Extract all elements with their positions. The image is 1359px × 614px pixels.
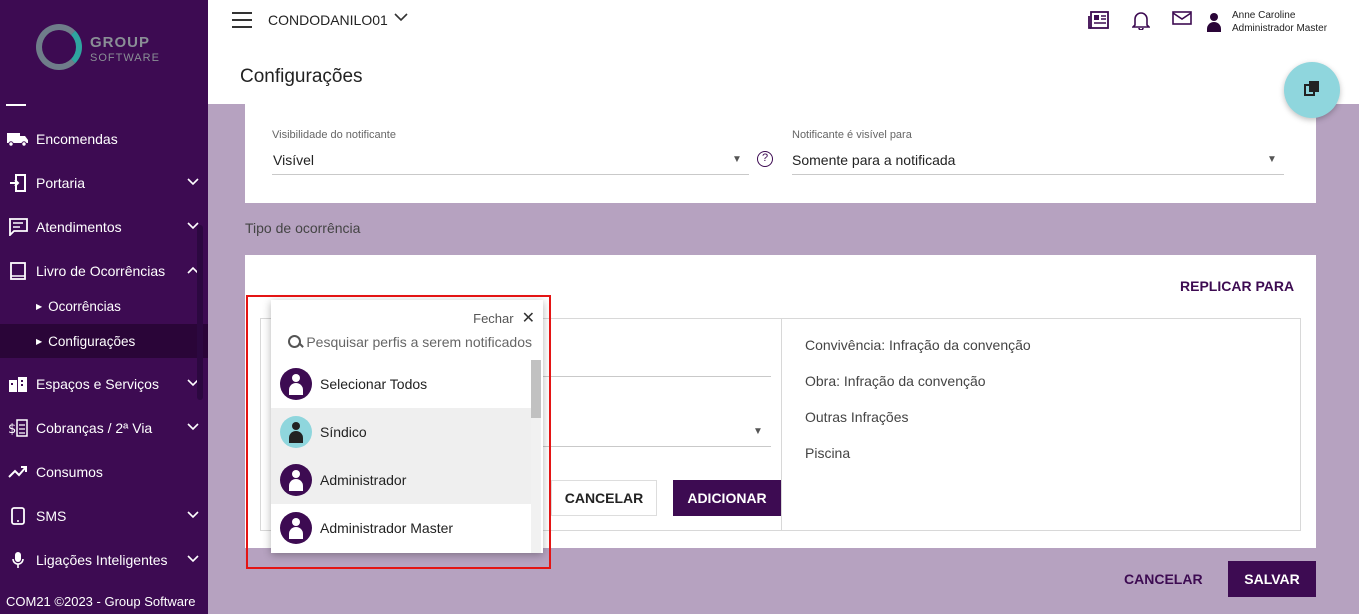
- list-item[interactable]: Piscina: [805, 445, 1031, 481]
- caret-down-icon[interactable]: ▼: [753, 426, 763, 437]
- sidebar-item-label: Encomendas: [36, 131, 118, 147]
- visible-for-select[interactable]: Somente para a notificada: [792, 152, 955, 168]
- user-menu[interactable]: Anne Caroline Administrador Master: [1206, 9, 1327, 35]
- sidebar-item-label: Cobranças / 2ª Via: [36, 420, 153, 436]
- sidebar-item-ligacoes-inteligentes[interactable]: Ligações Inteligentes: [0, 543, 208, 577]
- notifier-visibility-card: Visibilidade do notificante Visível ▼ ? …: [245, 104, 1316, 203]
- sidebar-item-cobrancas[interactable]: $ Cobranças / 2ª Via: [0, 411, 208, 445]
- replicate-button[interactable]: REPLICAR PARA: [1180, 278, 1294, 294]
- trend-icon: [6, 463, 30, 481]
- chat-icon: [6, 218, 30, 236]
- user-role: Administrador Master: [1232, 23, 1328, 34]
- sidebar-item-consumos[interactable]: Consumos: [0, 455, 208, 489]
- logo-subtext: SOFTWARE: [90, 52, 160, 64]
- sidebar-subitem-label: Configurações: [48, 333, 136, 349]
- sidebar-item-livro-de-ocorrencias[interactable]: Livro de Ocorrências: [0, 254, 208, 288]
- divider: [781, 319, 782, 530]
- door-icon: [6, 174, 30, 192]
- save-button[interactable]: SALVAR: [1228, 561, 1316, 597]
- book-icon: [6, 262, 30, 280]
- sidebar-item-label: Atendimentos: [36, 219, 122, 235]
- chevron-down-icon[interactable]: [178, 177, 208, 189]
- svg-text:$: $: [8, 422, 16, 437]
- help-icon[interactable]: ?: [757, 151, 773, 167]
- sidebar-item-label: Portaria: [36, 175, 86, 191]
- divider: [6, 104, 26, 106]
- condo-selector[interactable]: CONDODANILO01: [268, 12, 388, 28]
- field-underline: [541, 376, 771, 377]
- logo-text: GROUP: [90, 34, 151, 51]
- chevron-down-icon[interactable]: [178, 422, 208, 434]
- sidebar-subitem-ocorrencias[interactable]: ▶ Ocorrências: [0, 289, 208, 323]
- newspaper-icon[interactable]: [1088, 10, 1110, 35]
- list-item[interactable]: Obra: Infração da convenção: [805, 373, 1031, 409]
- sidebar-item-label: Ligações Inteligentes: [36, 552, 168, 568]
- sidebar-item-atendimentos[interactable]: Atendimentos: [0, 210, 208, 244]
- visible-for-underline: [792, 174, 1284, 175]
- chevron-down-icon[interactable]: [178, 221, 208, 233]
- chevron-down-icon[interactable]: [178, 378, 208, 390]
- caret-right-icon: ▶: [36, 336, 43, 346]
- group-software-logo: GROUP SOFTWARE: [36, 24, 176, 74]
- bell-icon[interactable]: [1131, 10, 1151, 35]
- add-button[interactable]: ADICIONAR: [673, 480, 781, 516]
- field-underline: [541, 446, 771, 447]
- microphone-icon: [6, 551, 30, 569]
- copy-icon: [1303, 79, 1321, 102]
- truck-icon: [6, 130, 30, 148]
- sidebar-item-sms[interactable]: SMS: [0, 499, 208, 533]
- visibility-underline: [272, 174, 749, 175]
- menu-icon[interactable]: [232, 12, 252, 28]
- page-header: Configurações: [208, 42, 1359, 104]
- sidebar-item-label: SMS: [36, 508, 67, 524]
- billing-icon: $: [6, 419, 30, 437]
- occurrence-list: Convivência: Infração da convenção Obra:…: [805, 337, 1031, 481]
- sidebar-item-label: Consumos: [36, 464, 103, 480]
- chevron-down-icon[interactable]: [178, 554, 208, 566]
- sidebar-footer: COM21 ©2023 - Group Software: [0, 588, 208, 614]
- sidebar-item-label: Livro de Ocorrências: [36, 263, 166, 279]
- sidebar: GROUP SOFTWARE Encomendas Portaria Atend…: [0, 0, 208, 614]
- highlight-box: [246, 295, 551, 569]
- list-item[interactable]: Outras Infrações: [805, 409, 1031, 445]
- topbar: CONDODANILO01 Anne Caroline Administrado…: [208, 0, 1359, 42]
- sidebar-scrollbar[interactable]: [197, 225, 203, 400]
- sidebar-item-encomendas[interactable]: Encomendas: [0, 122, 208, 156]
- visibility-label: Visibilidade do notificante: [272, 129, 396, 141]
- mail-icon[interactable]: [1172, 10, 1192, 35]
- list-item[interactable]: Convivência: Infração da convenção: [805, 337, 1031, 373]
- chevron-down-icon[interactable]: [178, 510, 208, 522]
- visibility-select[interactable]: Visível: [273, 152, 314, 168]
- building-icon: [6, 375, 30, 393]
- sidebar-subitem-label: Ocorrências: [48, 298, 121, 314]
- cancel-add-button[interactable]: CANCELAR: [551, 480, 657, 516]
- section-label: Tipo de ocorrência: [245, 220, 361, 236]
- chevron-down-icon[interactable]: [394, 11, 408, 25]
- phone-icon: [6, 507, 30, 525]
- caret-down-icon[interactable]: ▼: [1267, 154, 1277, 165]
- user-name: Anne Caroline: [1232, 10, 1296, 21]
- visible-for-label: Notificante é visível para: [792, 129, 912, 141]
- copy-fab-button[interactable]: [1284, 62, 1340, 118]
- sidebar-item-label: Espaços e Serviços: [36, 376, 159, 392]
- chevron-up-icon[interactable]: [178, 265, 208, 277]
- user-avatar-icon: [1206, 11, 1222, 33]
- caret-right-icon: ▶: [36, 301, 43, 311]
- sidebar-item-portaria[interactable]: Portaria: [0, 166, 208, 200]
- caret-down-icon[interactable]: ▼: [732, 154, 742, 165]
- sidebar-item-espacos-e-servicos[interactable]: Espaços e Serviços: [0, 367, 208, 401]
- page-title: Configurações: [240, 66, 363, 87]
- sidebar-subitem-configuracoes[interactable]: ▶ Configurações: [0, 324, 208, 358]
- cancel-button[interactable]: CANCELAR: [1124, 571, 1203, 587]
